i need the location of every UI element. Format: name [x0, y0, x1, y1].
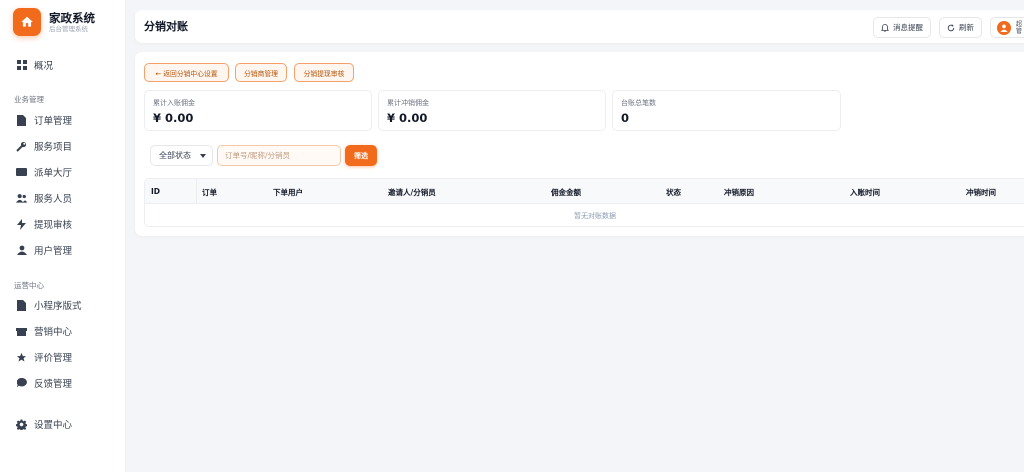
- column-header-order: 订单: [202, 188, 217, 197]
- sidebar-item-orders[interactable]: 订单管理: [16, 111, 72, 129]
- filter-button[interactable]: 筛选: [345, 145, 377, 166]
- user-name-line1: 超: [1016, 20, 1023, 28]
- sidebar-item-reviews[interactable]: 评价管理: [16, 348, 72, 366]
- sidebar-item-label: 服务项目: [34, 142, 73, 153]
- refresh-icon: [947, 23, 955, 32]
- sidebar-item-label: 用户管理: [34, 246, 73, 257]
- search-input[interactable]: [217, 145, 341, 166]
- sidebar-item-staff[interactable]: 服务人员: [16, 189, 72, 207]
- nav-section-business: 业务管理: [14, 95, 44, 104]
- refresh-button[interactable]: 刷新: [939, 17, 982, 38]
- sidebar-item-overview[interactable]: 概况: [16, 56, 53, 74]
- distribution-withdraw-review-button[interactable]: 分销提现审核: [294, 63, 354, 82]
- sidebar-item-dispatch[interactable]: 派单大厅: [16, 163, 72, 181]
- stat-value: 0: [621, 111, 630, 125]
- user-name: 超 管: [1016, 21, 1022, 35]
- document-icon: [16, 114, 27, 126]
- sidebar-item-miniapp[interactable]: 小程序版式: [16, 296, 82, 314]
- column-header-reversal-reason: 冲销原因: [724, 188, 754, 197]
- users-icon: [16, 193, 27, 204]
- column-divider: [196, 179, 197, 204]
- page-title: 分销对账: [144, 20, 188, 33]
- notification-button[interactable]: 消息提醒: [873, 17, 931, 38]
- chevron-down-icon: [200, 154, 206, 158]
- reconciliation-table: ID 订单 下单用户 邀请人/分销员 佣金金额 状态 冲销原因 入账时间 冲销时…: [144, 178, 1024, 227]
- document-icon: [16, 299, 27, 311]
- sidebar-item-label: 提现审核: [34, 220, 73, 231]
- notification-label: 消息提醒: [893, 23, 923, 32]
- distributor-management-button[interactable]: 分销商管理: [235, 63, 287, 82]
- column-header-commission: 佣金金额: [551, 188, 581, 197]
- brand[interactable]: 家政系统 后台管理系统: [13, 8, 95, 36]
- gift-icon: [16, 326, 27, 337]
- star-icon: [16, 352, 27, 363]
- column-header-id: ID: [151, 187, 161, 196]
- sidebar-item-feedback[interactable]: 反馈管理: [16, 374, 72, 392]
- user-menu[interactable]: 超 管: [990, 17, 1024, 38]
- top-header: 分销对账 消息提醒 刷新 超 管: [135, 10, 1024, 43]
- sidebar-item-label: 营销中心: [34, 327, 73, 338]
- bell-icon: [881, 23, 889, 32]
- sidebar-item-withdraw[interactable]: 提现审核: [16, 215, 72, 233]
- user-icon: [16, 245, 27, 256]
- sidebar-item-marketing[interactable]: 营销中心: [16, 322, 72, 340]
- sidebar-item-users[interactable]: 用户管理: [16, 241, 72, 259]
- nav-section-ops: 运营中心: [14, 281, 44, 290]
- stat-card-total-commission: 累计入账佣金 ¥ 0.00: [144, 90, 372, 131]
- sidebar-item-label: 概况: [34, 61, 54, 72]
- brand-title: 家政系统: [49, 10, 95, 25]
- reconciliation-card: ← 返回分销中心设置 分销商管理 分销提现审核 累计入账佣金 ¥ 0.00 累计…: [135, 52, 1024, 236]
- column-header-posted-time: 入账时间: [850, 188, 880, 197]
- sidebar-item-label: 反馈管理: [34, 379, 73, 390]
- stat-value: ¥ 0.00: [387, 111, 428, 125]
- column-header-status: 状态: [666, 188, 681, 197]
- sidebar: 家政系统 后台管理系统 概况 业务管理 订单管理 服务项目 派单大厅 服务人员 …: [0, 0, 126, 472]
- sidebar-item-label: 评价管理: [34, 353, 73, 364]
- back-to-distribution-settings-button[interactable]: ← 返回分销中心设置: [144, 63, 229, 82]
- stat-label: 累计入账佣金: [153, 99, 195, 107]
- card-icon: [16, 167, 27, 178]
- stat-card-ledger-count: 台账总笔数 0: [612, 90, 841, 131]
- stat-card-reversed-commission: 累计冲销佣金 ¥ 0.00: [378, 90, 606, 131]
- status-select-value: 全部状态: [159, 151, 191, 160]
- lightning-icon: [16, 218, 27, 230]
- avatar: [997, 20, 1011, 35]
- stat-label: 台账总笔数: [621, 99, 656, 107]
- table-empty-state: 暂无对账数据: [574, 212, 616, 220]
- status-select[interactable]: 全部状态: [150, 145, 213, 166]
- grid-icon: [16, 60, 27, 71]
- sidebar-item-label: 订单管理: [34, 116, 73, 127]
- wrench-icon: [16, 141, 27, 152]
- home-icon: [13, 8, 41, 36]
- sidebar-item-label: 服务人员: [34, 194, 73, 205]
- column-header-reversal-time: 冲销时间: [966, 188, 996, 197]
- table-header: ID 订单 下单用户 邀请人/分销员 佣金金额 状态 冲销原因 入账时间 冲销时…: [145, 179, 1024, 204]
- column-header-inviter: 邀请人/分销员: [388, 188, 436, 197]
- sidebar-item-services[interactable]: 服务项目: [16, 137, 72, 155]
- gear-icon: [16, 418, 27, 430]
- stat-value: ¥ 0.00: [153, 111, 194, 125]
- brand-subtitle: 后台管理系统: [49, 24, 88, 33]
- sidebar-item-label: 小程序版式: [34, 301, 82, 312]
- sidebar-item-settings[interactable]: 设置中心: [16, 415, 72, 433]
- user-name-line2: 管: [1016, 27, 1023, 35]
- column-header-customer: 下单用户: [273, 188, 303, 197]
- chat-icon: [16, 378, 27, 389]
- sidebar-item-label: 设置中心: [34, 420, 73, 431]
- refresh-label: 刷新: [959, 23, 974, 32]
- stat-label: 累计冲销佣金: [387, 99, 429, 107]
- sidebar-item-label: 派单大厅: [34, 168, 73, 179]
